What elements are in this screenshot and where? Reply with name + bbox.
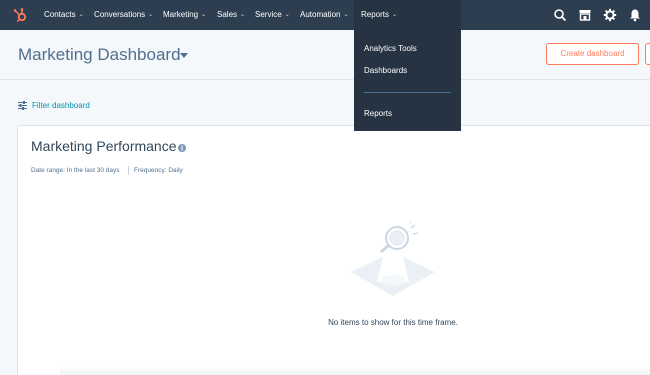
menu-item-reports[interactable]: Reports <box>364 109 392 118</box>
info-icon[interactable] <box>178 144 186 152</box>
nav-marketing-label: Marketing <box>163 10 199 19</box>
menu-item-dashboards[interactable]: Dashboards <box>364 66 407 75</box>
create-dashboard-button[interactable]: Create dashboard <box>546 43 639 65</box>
nav-conversations[interactable]: Conversations ⌄ <box>94 0 153 30</box>
meta-divider <box>128 166 129 175</box>
search-icon[interactable] <box>553 8 567 22</box>
empty-state-message: No items to show for this time frame. <box>328 318 458 327</box>
frequency: Frequency: Daily <box>134 167 183 174</box>
nav-conversations-label: Conversations <box>94 10 146 19</box>
magnifier-illustration <box>351 222 435 296</box>
menu-item-analytics-tools[interactable]: Analytics Tools <box>364 44 417 53</box>
next-card-edge <box>60 366 650 375</box>
gear-icon[interactable] <box>603 8 617 22</box>
nav-service-label: Service <box>255 10 282 19</box>
nav-automation-label: Automation <box>300 10 341 19</box>
filter-dashboard-link[interactable]: Filter dashboard <box>32 101 90 110</box>
chevron-down-icon: ⌄ <box>148 12 154 18</box>
chevron-down-icon: ⌄ <box>240 12 246 18</box>
nav-sales-label: Sales <box>217 10 238 19</box>
actions-button[interactable] <box>645 43 650 65</box>
nav-reports[interactable]: Reports ⌄ <box>354 0 461 30</box>
date-range: Date range: In the last 30 days <box>31 167 120 174</box>
caret-down-icon[interactable] <box>180 53 188 58</box>
card-title: Marketing Performance <box>31 138 177 154</box>
chevron-down-icon: ⌄ <box>284 12 290 18</box>
report-card <box>17 125 650 375</box>
nav-reports-label: Reports <box>361 10 390 19</box>
top-nav: Contacts ⌄ Conversations ⌄ Marketing ⌄ Sale… <box>0 0 650 30</box>
page-title[interactable]: Marketing Dashboard <box>18 45 181 65</box>
menu-divider <box>364 92 451 93</box>
bell-icon[interactable] <box>628 8 642 22</box>
nav-contacts-label: Contacts <box>44 10 76 19</box>
chevron-down-icon: ⌄ <box>343 12 349 18</box>
nav-service[interactable]: Service ⌄ <box>255 0 290 30</box>
chevron-down-icon: ⌄ <box>392 12 398 18</box>
chevron-down-icon: ⌄ <box>78 12 84 18</box>
hubspot-logo[interactable] <box>12 7 28 23</box>
nav-contacts[interactable]: Contacts ⌄ <box>44 0 84 30</box>
nav-sales[interactable]: Sales ⌄ <box>217 0 245 30</box>
nav-marketing[interactable]: Marketing ⌄ <box>163 0 206 30</box>
nav-automation[interactable]: Automation ⌄ <box>300 0 349 30</box>
marketplace-icon[interactable] <box>578 8 592 22</box>
reports-dropdown: Analytics Tools Dashboards Reports <box>354 30 461 131</box>
chevron-down-icon: ⌄ <box>201 12 207 18</box>
filter-icon[interactable] <box>18 101 27 110</box>
